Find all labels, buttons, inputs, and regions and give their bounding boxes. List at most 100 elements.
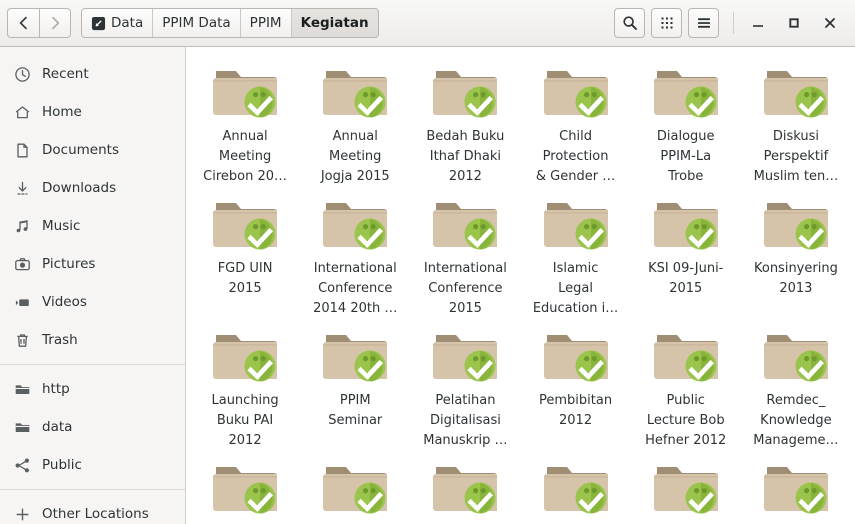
sync-check-badge-icon (794, 85, 828, 119)
folder-icon (762, 457, 830, 519)
close-icon (825, 18, 835, 28)
sidebar-item-label: http (42, 381, 70, 397)
file-item[interactable]: FGD UIN 2015 (190, 187, 300, 319)
file-label-line: Meeting (329, 149, 382, 164)
file-item[interactable]: Pembibitan 2012 (520, 319, 630, 451)
folder-icon (14, 381, 31, 398)
search-button[interactable] (614, 8, 645, 38)
sync-check-badge-icon (353, 85, 387, 119)
file-label-line: Lecture Bob (646, 413, 725, 428)
breadcrumb: Data PPIM Data PPIM Kegiatan (81, 8, 379, 38)
file-label-line: KSI 09-Juni- (648, 261, 724, 276)
sidebar-item-trash[interactable]: Trash (0, 321, 185, 359)
file-label-line: 2015 (228, 281, 262, 296)
sync-check-badge-icon (684, 481, 718, 515)
file-label-line: Perspektif (763, 149, 829, 164)
forward-button[interactable] (39, 8, 71, 38)
file-grid-view[interactable]: Annual Meeting Cirebon 20… Annual Meeting Jog… (186, 47, 855, 524)
back-button[interactable] (7, 8, 39, 38)
sidebar-item-public[interactable]: Public (0, 446, 185, 484)
file-item[interactable]: International Conference 2015 (410, 187, 520, 319)
file-label-line: Seminar (328, 413, 383, 428)
file-label: Public Lecture Bob Hefner 2012 (634, 391, 738, 451)
sync-check-badge-icon (574, 349, 608, 383)
sidebar-item-pictures[interactable]: Pictures (0, 245, 185, 283)
file-label-line: Pembibitan (539, 393, 613, 408)
header-divider (733, 12, 734, 34)
sync-check-badge-icon (243, 85, 277, 119)
sidebar-item-documents[interactable]: Documents (0, 131, 185, 169)
file-item[interactable]: Renstra (190, 451, 300, 524)
file-label-line: 2015 (448, 301, 482, 316)
file-item[interactable]: Remdec_ Knowledge Manageme… (741, 319, 851, 451)
file-item[interactable]: UII Kunjungi (520, 451, 630, 524)
breadcrumb-item-ppim-data[interactable]: PPIM Data (153, 9, 241, 37)
sync-check-badge-icon (243, 217, 277, 251)
sidebar-item-data[interactable]: data (0, 408, 185, 446)
folder-icon (542, 193, 610, 255)
sidebar-item-music[interactable]: Music (0, 207, 185, 245)
file-item[interactable]: Pelatihan Digitalisasi Manuskrip … (410, 319, 520, 451)
file-item[interactable]: Tasyakuran (410, 451, 520, 524)
sync-check-badge-icon (684, 85, 718, 119)
file-label-line: Dialogue (656, 129, 715, 144)
file-item[interactable]: Workshop (631, 451, 741, 524)
file-label-line: Cirebon 20… (203, 169, 288, 184)
file-grid: Annual Meeting Cirebon 20… Annual Meeting Jog… (186, 47, 855, 524)
file-item[interactable]: KSI 09-Juni- 2015 (631, 187, 741, 319)
sync-check-badge-icon (794, 217, 828, 251)
file-item[interactable]: Annual Meeting Cirebon 20… (190, 55, 300, 187)
file-item[interactable]: Diskusi Perspektif Muslim ten… (741, 55, 851, 187)
file-label: Bedah Buku Ithaf Dhaki 2012 (413, 127, 517, 187)
sidebar-item-label: Documents (42, 142, 119, 158)
file-manager-window: Data PPIM Data PPIM Kegiatan Recent Home… (0, 0, 855, 524)
sidebar-item-downloads[interactable]: Downloads (0, 169, 185, 207)
file-label-line: Hefner 2012 (645, 433, 727, 448)
file-item[interactable]: Public Lecture Bob Hefner 2012 (631, 319, 741, 451)
maximize-button[interactable] (776, 8, 812, 38)
close-button[interactable] (812, 8, 848, 38)
breadcrumb-item-ppim[interactable]: PPIM (240, 9, 292, 37)
file-item[interactable]: Dialogue PPIM-La Trobe (631, 55, 741, 187)
file-item[interactable]: Konsinyering 2013 (741, 187, 851, 319)
maximize-icon (789, 18, 799, 28)
file-item[interactable]: International Conference 2014 20th … (300, 187, 410, 319)
sidebar-item-http[interactable]: http (0, 370, 185, 408)
chevron-right-icon (51, 16, 59, 30)
breadcrumb-item-kegiatan[interactable]: Kegiatan (291, 9, 378, 37)
sync-check-badge-icon (574, 217, 608, 251)
breadcrumb-label: PPIM (249, 15, 282, 31)
file-item[interactable]: Annual Meeting Jogja 2015 (300, 55, 410, 187)
file-label: Remdec_ Knowledge Manageme… (744, 391, 848, 451)
file-item[interactable]: Child Protection & Gender … (520, 55, 630, 187)
file-label-line: 2014 20th … (313, 301, 398, 316)
file-item[interactable]: Seminar (300, 451, 410, 524)
sidebar-item-label: Pictures (42, 256, 96, 272)
breadcrumb-item-data[interactable]: Data (82, 9, 154, 37)
sidebar-item-recent[interactable]: Recent (0, 55, 185, 93)
sidebar-item-videos[interactable]: Videos (0, 283, 185, 321)
file-label: Dialogue PPIM-La Trobe (634, 127, 738, 187)
minimize-button[interactable] (740, 8, 776, 38)
file-label-line: Trobe (668, 169, 704, 184)
main-menu-button[interactable] (688, 8, 719, 38)
file-item[interactable]: Workshop (741, 451, 851, 524)
file-item[interactable]: Launching Buku PAI 2012 (190, 319, 300, 451)
file-item[interactable]: PPIM Seminar (300, 319, 410, 451)
file-label-line: Remdec_ (766, 393, 826, 408)
folder-icon (211, 325, 279, 387)
file-item[interactable]: Islamic Legal Education i… (520, 187, 630, 319)
file-label-line: Public (666, 393, 705, 408)
folder-icon (14, 419, 31, 436)
sidebar-item-home[interactable]: Home (0, 93, 185, 131)
view-options-button[interactable] (651, 8, 682, 38)
file-label-line: Buku PAI (216, 413, 274, 428)
breadcrumb-label: Kegiatan (300, 15, 369, 31)
file-label: Konsinyering 2013 (744, 259, 848, 299)
sidebar-item-label: Music (42, 218, 81, 234)
file-label-line: Manuskrip … (423, 433, 508, 448)
sidebar-item-other-locations[interactable]: Other Locations (0, 495, 185, 524)
file-item[interactable]: Bedah Buku Ithaf Dhaki 2012 (410, 55, 520, 187)
sidebar-item-label: Other Locations (42, 506, 149, 522)
sync-check-badge-icon (574, 481, 608, 515)
